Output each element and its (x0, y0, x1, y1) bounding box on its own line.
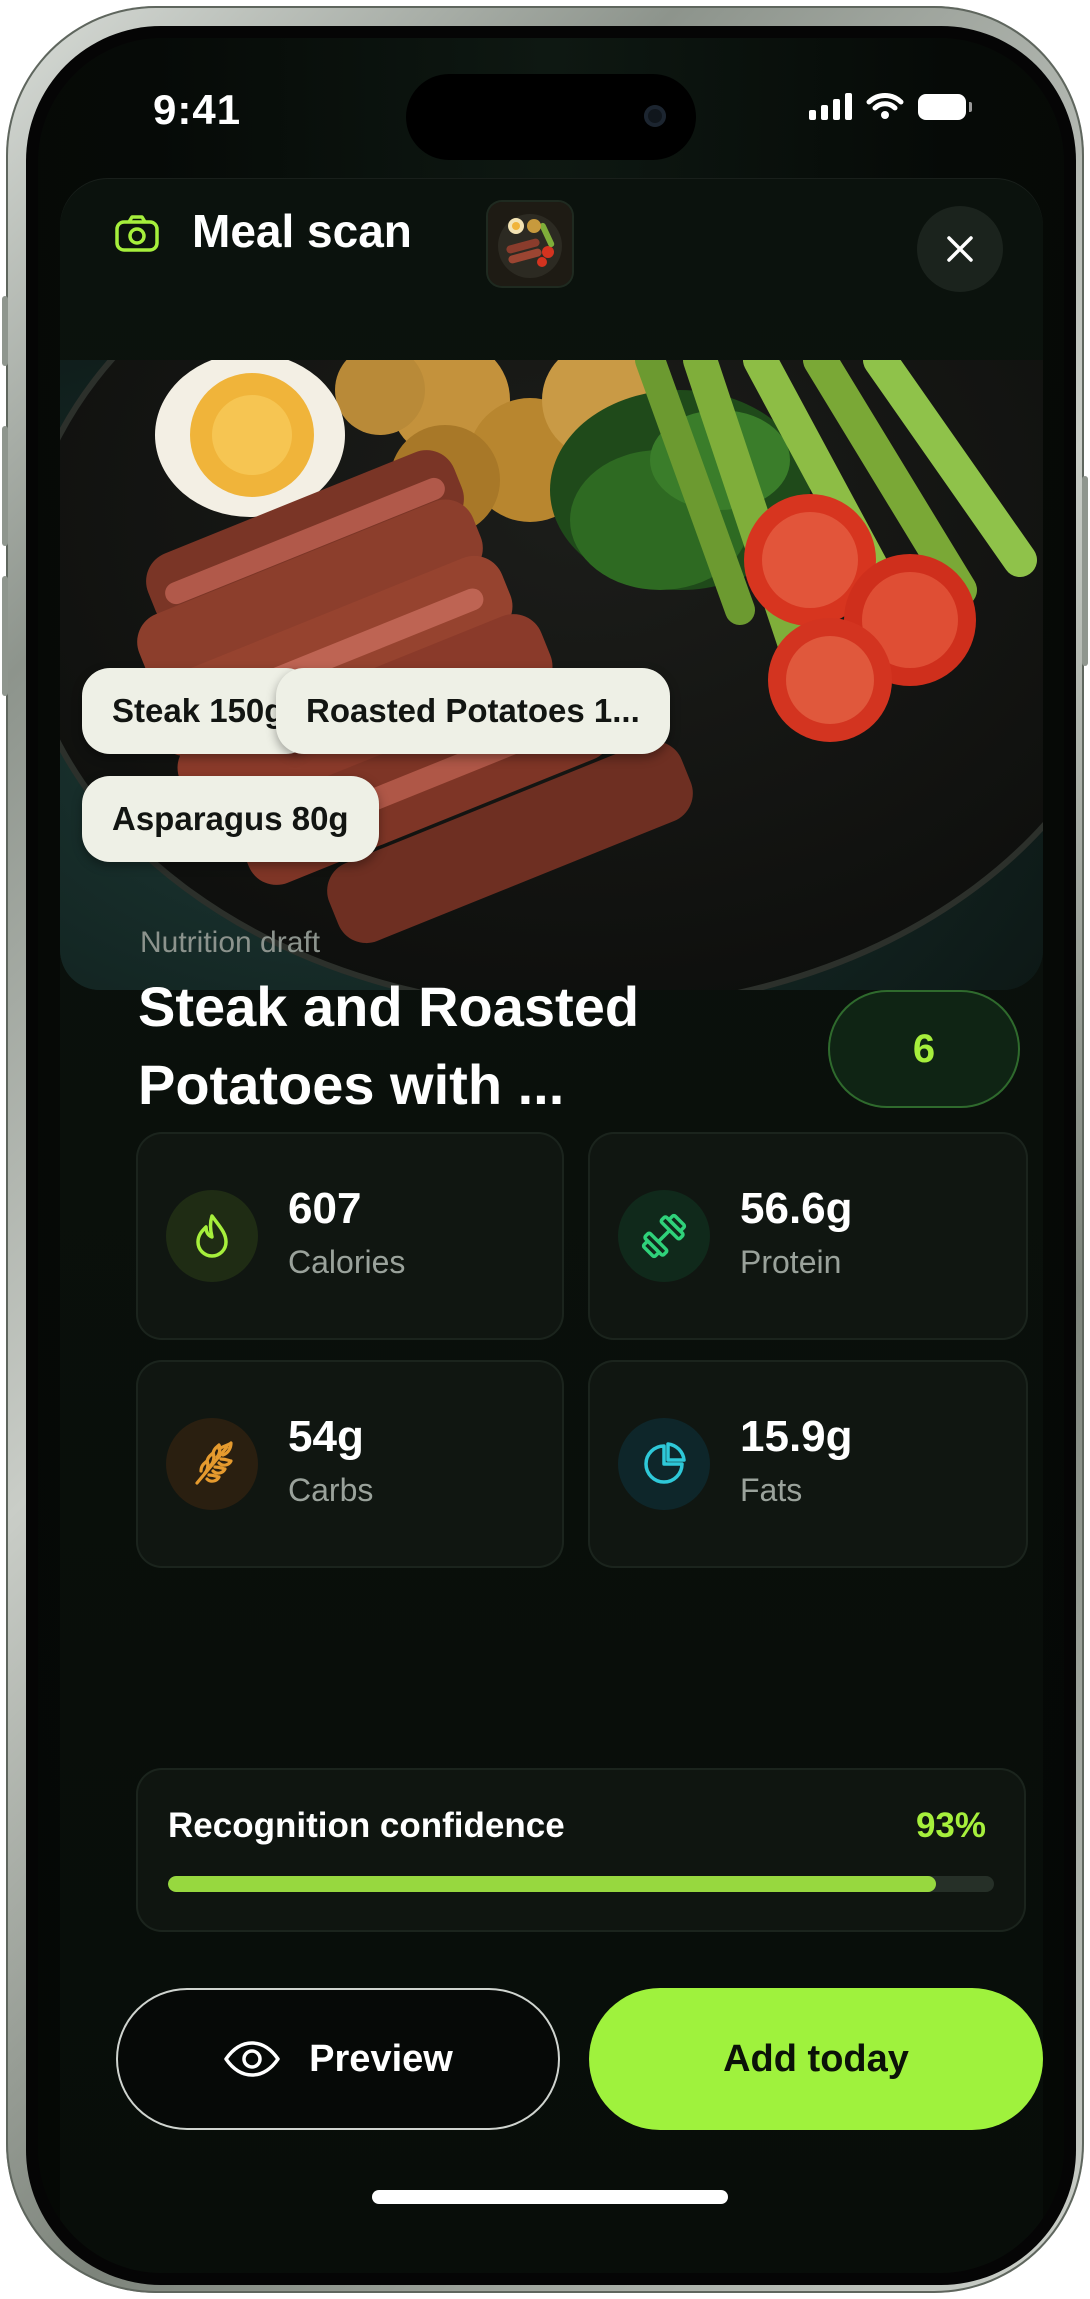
metric-value: 15.9g (740, 1412, 853, 1461)
sheet-header: Meal scan (60, 178, 1043, 292)
meal-photo: Steak 150g Roasted Potatoes 1... Asparag… (60, 360, 1043, 990)
status-icons (809, 90, 972, 120)
pie-chart-icon (618, 1418, 710, 1510)
food-tag-chip[interactable]: Roasted Potatoes 1... (276, 668, 670, 754)
phone-frame: 9:41 Meal scan Steak 150g Roasted Potato… (2, 6, 1088, 2293)
meal-title: Steak and Roasted Potatoes with ... (138, 968, 738, 1124)
metric-label: Fats (740, 1472, 803, 1508)
close-icon (947, 236, 973, 262)
confidence-progress-fill (168, 1876, 937, 1892)
metric-card-fats: 15.9g Fats (588, 1360, 1028, 1568)
metric-value: 54g (288, 1412, 364, 1461)
meal-title-line: Steak and Roasted (138, 975, 640, 1038)
wheat-icon (166, 1418, 258, 1510)
flame-icon (166, 1190, 258, 1282)
camera-icon (115, 215, 159, 252)
wifi-icon (866, 93, 904, 119)
section-eyebrow: Nutrition draft (140, 926, 321, 959)
action-button (2, 296, 8, 366)
confidence-label: Recognition confidence (168, 1806, 565, 1845)
metric-label: Protein (740, 1244, 842, 1280)
preview-button-label: Preview (309, 2037, 453, 2080)
metric-label: Carbs (288, 1472, 374, 1508)
metric-value: 56.6g (740, 1184, 853, 1233)
page-title: Meal scan (192, 205, 412, 257)
preview-button[interactable]: Preview (116, 1988, 560, 2130)
home-indicator (372, 2190, 728, 2204)
add-today-button[interactable]: Add today (589, 1988, 1043, 2130)
metric-card-calories: 607 Calories (136, 1132, 564, 1340)
meal-title-line: Potatoes with ... (138, 1053, 565, 1116)
dumbbell-icon (618, 1190, 710, 1282)
confidence-progress-bar (168, 1876, 994, 1892)
close-button[interactable] (917, 206, 1003, 292)
recognition-confidence-card: Recognition confidence 93% (136, 1768, 1026, 1932)
metric-card-protein: 56.6g Protein (588, 1132, 1028, 1340)
meal-thumbnail[interactable] (488, 202, 572, 286)
cellular-signal-icon (809, 90, 852, 120)
confidence-value: 93% (915, 1806, 986, 1845)
power-button (1082, 476, 1088, 666)
volume-down-button (2, 576, 8, 696)
status-time: 9:41 (153, 86, 242, 133)
dynamic-island (406, 74, 696, 160)
metric-card-carbs: 54g Carbs (136, 1360, 564, 1568)
food-tag-chip[interactable]: Asparagus 80g (82, 776, 379, 862)
metric-label: Calories (288, 1244, 406, 1280)
battery-icon (918, 94, 972, 120)
health-score-badge: 6 (828, 990, 1020, 1108)
screen: 9:41 Meal scan Steak 150g Roasted Potato… (38, 38, 1064, 2273)
meal-scan-sheet: Meal scan Steak 150g Roasted Potatoes 1.… (60, 178, 1043, 2273)
volume-up-button (2, 426, 8, 546)
metric-value: 607 (288, 1184, 362, 1233)
eye-icon (224, 2041, 280, 2077)
